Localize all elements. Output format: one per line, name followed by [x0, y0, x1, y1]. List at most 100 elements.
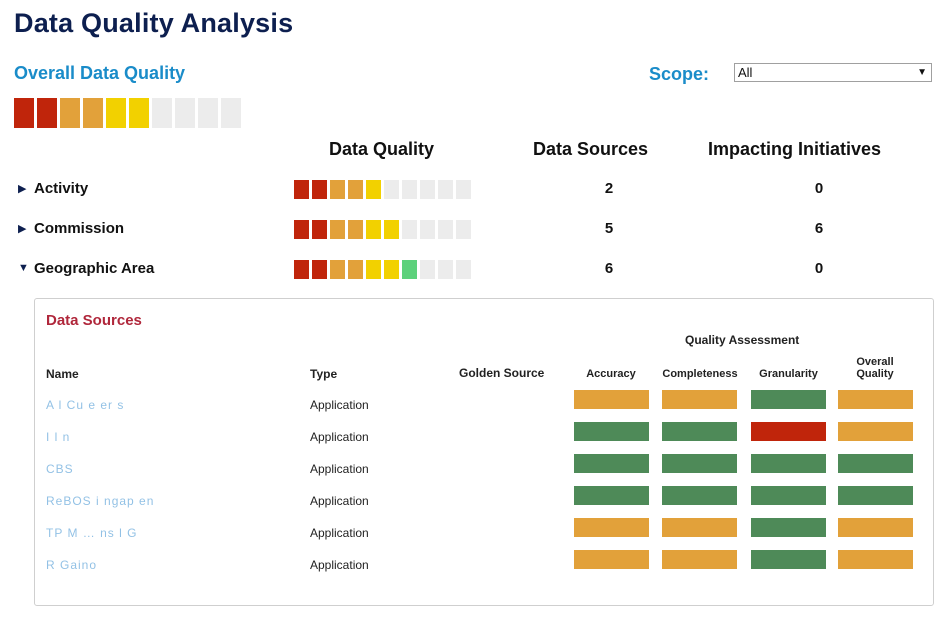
quality-segment: [312, 220, 327, 239]
accuracy-indicator: [574, 422, 649, 441]
data-source-type: Application: [310, 430, 369, 444]
overall-indicator: [838, 390, 913, 409]
column-header-data-quality: Data Quality: [329, 139, 435, 159]
column-header-name: Name: [46, 367, 79, 381]
granularity-indicator: [751, 550, 826, 569]
data-source-name-link[interactable]: R Gaino: [46, 558, 97, 572]
accuracy-indicator: [574, 518, 649, 537]
scope-select-value: All: [738, 65, 753, 80]
quality-segment: [37, 98, 57, 128]
quality-segment: [420, 220, 435, 239]
quality-segment: [366, 220, 381, 239]
column-header-impacting-initiatives: Impacting Initiatives: [708, 139, 882, 159]
column-header-golden-source: Golden Source: [459, 366, 545, 380]
quality-segment: [60, 98, 80, 128]
data-source-name-link[interactable]: I l n: [46, 430, 70, 444]
quality-segment: [198, 98, 218, 128]
quality-segment: [384, 260, 399, 279]
column-header-granularity: Granularity: [759, 368, 818, 380]
granularity-indicator: [751, 390, 826, 409]
quality-segment: [402, 220, 417, 239]
quality-segment: [384, 180, 399, 199]
row-sources-count: 2: [604, 180, 614, 197]
row-label-geographic-area[interactable]: Geographic Area: [34, 260, 154, 277]
data-source-type: Application: [310, 494, 369, 508]
quality-segment: [14, 98, 34, 128]
granularity-indicator: [751, 486, 826, 505]
completeness-indicator: [662, 422, 737, 441]
quality-segment: [175, 98, 195, 128]
quality-segment: [312, 260, 327, 279]
quality-segment: [456, 220, 471, 239]
data-sources-title: Data Sources: [46, 312, 142, 329]
data-source-name-link[interactable]: TP M … ns l G: [46, 526, 137, 540]
row-label-commission[interactable]: Commission: [34, 220, 124, 237]
quality-segment: [366, 180, 381, 199]
quality-segment: [294, 180, 309, 199]
quality-assessment-header: Quality Assessment: [685, 333, 800, 347]
quality-segment: [456, 260, 471, 279]
quality-segment: [294, 220, 309, 239]
row-sources-count: 5: [604, 220, 614, 237]
granularity-indicator: [751, 422, 826, 441]
quality-segment: [129, 98, 149, 128]
row-sources-count: 6: [604, 260, 614, 277]
quality-segment: [152, 98, 172, 128]
data-source-type: Application: [310, 462, 369, 476]
quality-segment: [420, 180, 435, 199]
page-title: Data Quality Analysis: [14, 8, 294, 38]
quality-segment: [106, 98, 126, 128]
quality-segment: [330, 220, 345, 239]
quality-segment: [83, 98, 103, 128]
column-header-type: Type: [310, 367, 338, 381]
column-header-data-sources: Data Sources: [533, 139, 649, 159]
quality-segment: [438, 180, 453, 199]
row-initiatives-count: 0: [814, 260, 824, 277]
overall-indicator: [838, 486, 913, 505]
data-source-type: Application: [310, 558, 369, 572]
overall-indicator: [838, 518, 913, 537]
quality-segment: [330, 180, 345, 199]
completeness-indicator: [662, 390, 737, 409]
row-initiatives-count: 0: [814, 180, 824, 197]
expand-triangle-icon[interactable]: ▶: [18, 222, 26, 235]
quality-segment: [438, 220, 453, 239]
collapse-triangle-icon[interactable]: ▼: [18, 262, 29, 274]
quality-segment: [294, 260, 309, 279]
quality-segment: [420, 260, 435, 279]
quality-segment: [402, 180, 417, 199]
overall-indicator: [838, 550, 913, 569]
quality-segment: [348, 220, 363, 239]
quality-segment: [456, 180, 471, 199]
accuracy-indicator: [574, 390, 649, 409]
quality-segment: [438, 260, 453, 279]
accuracy-indicator: [574, 486, 649, 505]
quality-segment: [330, 260, 345, 279]
data-source-type: Application: [310, 526, 369, 540]
accuracy-indicator: [574, 550, 649, 569]
granularity-indicator: [751, 454, 826, 473]
accuracy-indicator: [574, 454, 649, 473]
quality-segment: [366, 260, 381, 279]
data-source-name-link[interactable]: A l Cu e er s: [46, 398, 124, 412]
quality-segment: [384, 220, 399, 239]
quality-segment: [312, 180, 327, 199]
data-source-name-link[interactable]: ReBOS i ngap en: [46, 494, 154, 508]
granularity-indicator: [751, 518, 826, 537]
expand-triangle-icon[interactable]: ▶: [18, 182, 26, 195]
scope-select[interactable]: All ▼: [734, 63, 932, 82]
data-source-name-link[interactable]: CBS: [46, 462, 74, 476]
chevron-down-icon: ▼: [917, 67, 927, 78]
quality-segment: [348, 260, 363, 279]
quality-segment: [402, 260, 417, 279]
completeness-indicator: [662, 518, 737, 537]
overall-indicator: [838, 454, 913, 473]
completeness-indicator: [662, 454, 737, 473]
column-header-accuracy: Accuracy: [586, 368, 636, 380]
column-header-completeness: Completeness: [662, 368, 738, 380]
scope-label: Scope:: [649, 64, 710, 84]
column-header-overall-quality: Overall Quality: [856, 356, 894, 380]
completeness-indicator: [662, 550, 737, 569]
row-label-activity[interactable]: Activity: [34, 180, 88, 197]
overall-quality-label: Overall Data Quality: [14, 63, 186, 83]
